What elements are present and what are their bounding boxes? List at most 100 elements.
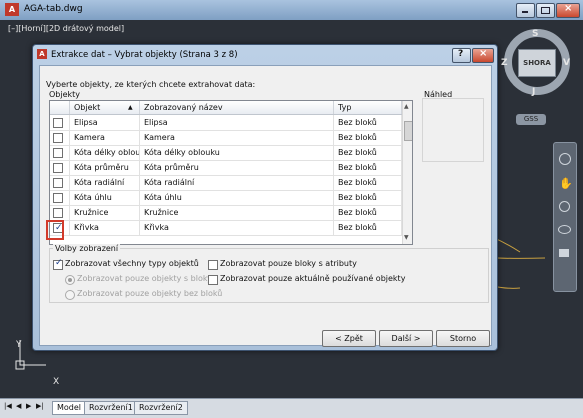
tab-last-icon[interactable]: ▶|: [36, 402, 44, 410]
tab-layout1[interactable]: Rozvržení1: [84, 401, 138, 415]
close-button[interactable]: ×: [556, 3, 580, 18]
no-blocks-radio[interactable]: [65, 290, 75, 300]
ucs-menu[interactable]: GSS: [516, 114, 546, 125]
row-display-name[interactable]: Elipsa: [140, 115, 334, 130]
table-row[interactable]: Elipsa Elipsa Bez bloků: [50, 115, 402, 131]
row-display-name[interactable]: Kóta délky oblouku: [140, 145, 334, 160]
table-row[interactable]: Kóta radiální Kóta radiální Bez bloků: [50, 175, 402, 191]
option-blocks-attributes-label: Zobrazovat pouze bloky s atributy: [220, 259, 357, 268]
table-row[interactable]: Kružnice Kružnice Bez bloků: [50, 205, 402, 221]
row-checkbox-cell[interactable]: [50, 205, 70, 220]
row-checkbox[interactable]: [53, 118, 63, 128]
highlight-frame: [46, 220, 64, 240]
row-type: Bez bloků: [334, 130, 402, 145]
dialog-close-button[interactable]: ×: [472, 48, 494, 63]
objects-table[interactable]: Objekt ▲ Zobrazovaný název Typ Elipsa Eli…: [49, 100, 413, 245]
row-checkbox-cell[interactable]: [50, 190, 70, 205]
zoom-icon[interactable]: [559, 201, 570, 212]
row-checkbox-cell[interactable]: [50, 145, 70, 160]
table-row[interactable]: Kóta délky obloukuKóta délky obloukuBez …: [50, 145, 402, 161]
row-display-name[interactable]: Kóta průměru: [140, 160, 334, 175]
row-object: Kóta úhlu: [70, 190, 140, 205]
dialog-help-button[interactable]: ?: [452, 48, 471, 63]
show-all-checkbox[interactable]: ✓: [53, 258, 63, 270]
row-type: Bez bloků: [334, 190, 402, 205]
blocks-attributes-checkbox[interactable]: [208, 260, 218, 270]
minimize-button[interactable]: [516, 3, 535, 18]
table-rows: Elipsa Elipsa Bez bloků Kamera Kamera Bez blo…: [50, 115, 402, 244]
tab-layout2[interactable]: Rozvržení2: [134, 401, 188, 415]
dialog-title: Extrakce dat – Vybrat objekty (Strana 3 …: [51, 50, 238, 60]
tab-prev-icon[interactable]: ◀: [16, 402, 21, 410]
table-scrollbar[interactable]: ▲ ▼: [402, 101, 412, 244]
row-display-name[interactable]: Kružnice: [140, 205, 334, 220]
current-used-checkbox[interactable]: [208, 275, 218, 285]
app-title-bar: A AGA-tab.dwg ×: [0, 0, 583, 21]
compass-south[interactable]: J: [532, 87, 535, 97]
option-show-all-label: Zobrazovat všechny typy objektů: [65, 259, 199, 268]
data-extraction-dialog: A Extrakce dat – Vybrat objekty (Strana …: [32, 44, 498, 351]
showmotion-icon[interactable]: [559, 249, 569, 257]
scroll-thumb[interactable]: [404, 121, 412, 141]
row-type: Bez bloků: [334, 115, 402, 130]
scroll-down-icon[interactable]: ▼: [404, 234, 409, 241]
row-checkbox-cell[interactable]: [50, 130, 70, 145]
compass-north[interactable]: S: [532, 29, 538, 39]
compass-west[interactable]: Z: [501, 58, 508, 68]
row-object: Kružnice: [70, 205, 140, 220]
table-row[interactable]: Kamera Kamera Bez bloků: [50, 130, 402, 146]
maximize-button[interactable]: [536, 3, 555, 18]
x-axis-label: X: [53, 377, 60, 387]
row-checkbox[interactable]: [53, 193, 63, 203]
row-checkbox-cell[interactable]: [50, 160, 70, 175]
row-checkbox[interactable]: [53, 163, 63, 173]
cancel-button[interactable]: Storno: [436, 330, 490, 347]
table-row[interactable]: Kóta úhlu Kóta úhlu Bez bloků: [50, 190, 402, 206]
y-axis-label: Y: [16, 340, 22, 350]
tab-next-icon[interactable]: ▶: [26, 402, 31, 410]
row-object: Kamera: [70, 130, 140, 145]
row-display-name[interactable]: Křivka: [140, 220, 334, 235]
back-button[interactable]: < Zpět: [322, 330, 376, 347]
row-checkbox[interactable]: [53, 133, 63, 143]
row-display-name[interactable]: Kóta úhlu: [140, 190, 334, 205]
row-checkbox-cell[interactable]: [50, 175, 70, 190]
close-icon: ×: [564, 3, 573, 14]
table-row[interactable]: ✓ Křivka Křivka Bez bloků: [50, 220, 402, 236]
steering-wheel-icon[interactable]: [559, 153, 571, 165]
option-current-used-label: Zobrazovat pouze aktuálně používané obje…: [220, 274, 406, 283]
pan-icon[interactable]: ✋: [559, 177, 573, 190]
minimize-icon: [522, 11, 528, 13]
row-object: Křivka: [70, 220, 140, 235]
option-no-blocks-label: Zobrazovat pouze objekty bez bloků: [77, 289, 223, 298]
sort-arrow-icon: ▲: [128, 104, 133, 111]
tab-model[interactable]: Model: [52, 401, 87, 415]
display-options-label: Volby zobrazení: [53, 244, 121, 253]
col-display-name[interactable]: Zobrazovaný název: [140, 101, 334, 114]
next-button[interactable]: Další >: [379, 330, 433, 347]
orbit-icon[interactable]: [558, 225, 571, 234]
row-type: Bez bloků: [334, 220, 402, 235]
scroll-up-icon[interactable]: ▲: [404, 103, 409, 110]
viewcube-face[interactable]: SHORA: [518, 49, 556, 77]
check-icon: ✓: [55, 258, 63, 268]
row-type: Bez bloků: [334, 175, 402, 190]
dialog-body: Vyberte objekty, ze kterých chcete extra…: [39, 65, 492, 347]
col-type[interactable]: Typ: [334, 101, 402, 114]
app-logo-icon: A: [5, 3, 19, 16]
row-display-name[interactable]: Kamera: [140, 130, 334, 145]
tab-first-icon[interactable]: |◀: [4, 402, 12, 410]
navigation-bar[interactable]: ✋: [553, 142, 577, 292]
table-row[interactable]: Kóta průměru Kóta průměru Bez bloků: [50, 160, 402, 176]
row-checkbox[interactable]: [53, 178, 63, 188]
compass-east[interactable]: V: [563, 58, 570, 68]
viewport-label[interactable]: [–][Horní][2D drátový model]: [8, 24, 124, 33]
row-checkbox-cell[interactable]: [50, 115, 70, 130]
only-blocks-radio[interactable]: [65, 275, 75, 285]
layout-tabs-bar: |◀ ◀ ▶ ▶| Model Rozvržení1 Rozvržení2: [0, 398, 583, 418]
row-checkbox[interactable]: [53, 148, 63, 158]
row-display-name[interactable]: Kóta radiální: [140, 175, 334, 190]
row-checkbox[interactable]: [53, 208, 63, 218]
col-object[interactable]: Objekt ▲: [70, 101, 140, 114]
row-type: Bez bloků: [334, 205, 402, 220]
